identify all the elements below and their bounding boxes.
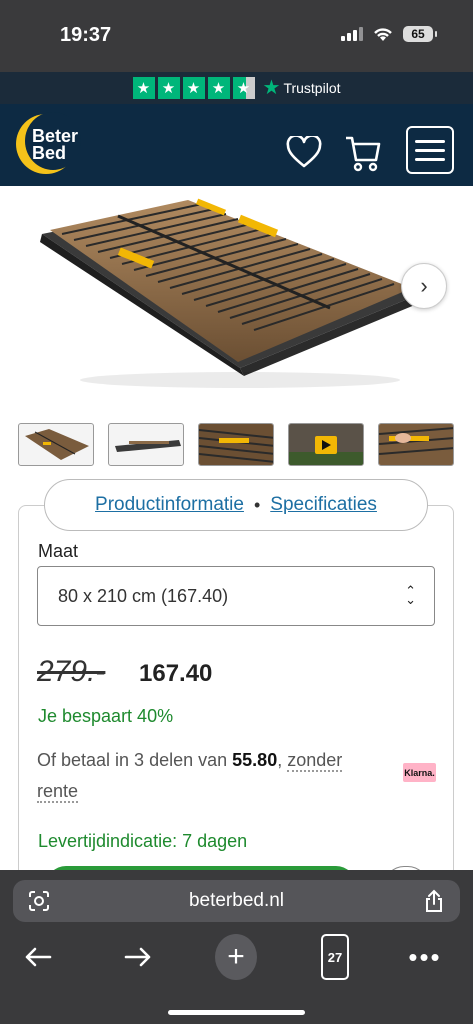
current-price: 167.40 — [139, 660, 213, 687]
browser-nav: + 27 ••• — [0, 934, 473, 980]
more-icon[interactable]: ••• — [408, 934, 442, 980]
address-bar[interactable]: beterbed.nl — [13, 880, 460, 922]
thumbnail-strip — [0, 423, 473, 467]
site-header: Beter Bed — [0, 104, 473, 186]
logo-line2: Bed — [32, 143, 67, 163]
beterbed-logo[interactable]: Beter Bed — [16, 112, 86, 178]
status-bar: 19:37 65 — [0, 0, 473, 72]
trustpilot-star-icon: ★ — [262, 77, 281, 99]
tab-productinformatie[interactable]: Productinformatie — [95, 494, 244, 516]
star-icon: ★ — [182, 77, 205, 99]
installment-prefix: Of betaal in 3 delen van — [37, 750, 228, 770]
klarna-logo: Klarna. — [403, 763, 436, 782]
new-tab-button[interactable]: + — [215, 934, 257, 980]
browser-toolbar: beterbed.nl + 27 ••• — [0, 870, 473, 1024]
tab-specificaties[interactable]: Specificaties — [270, 494, 377, 516]
size-label: Maat — [38, 541, 79, 561]
battery-icon: 65 — [403, 26, 437, 42]
thumbnail[interactable] — [108, 423, 184, 466]
star-icon: ★ — [157, 77, 180, 99]
status-time: 19:37 — [60, 24, 112, 46]
savings-text: Je bespaart 40% — [38, 706, 174, 726]
heart-icon[interactable] — [286, 136, 322, 168]
arrow-right-icon — [124, 947, 151, 967]
trustpilot-rating: ★ ★ ★ ★ ★ — [132, 77, 255, 99]
plus-icon: + — [227, 940, 245, 973]
installment-info: Of betaal in 3 delen van 55.80, zonder r… — [37, 745, 387, 807]
arrow-left-icon — [25, 947, 52, 967]
url-text: beterbed.nl — [188, 890, 285, 911]
cellular-signal-icon — [341, 27, 363, 41]
thumbnail[interactable] — [18, 423, 94, 466]
hamburger-icon — [415, 139, 445, 143]
product-tabs: Productinformatie • Specificaties — [44, 479, 428, 531]
chevron-updown-icon: ⌃ ⌄ — [405, 583, 416, 607]
product-card — [18, 505, 454, 885]
installment-comma: , — [277, 750, 283, 770]
tab-separator: • — [253, 494, 261, 515]
lens-icon[interactable] — [27, 890, 51, 912]
wifi-icon — [374, 27, 392, 41]
video-thumbnail[interactable] — [288, 423, 364, 466]
star-icon: ★ — [132, 77, 155, 99]
trustpilot-logo: ★ Trustpilot — [263, 78, 341, 98]
trustpilot-label: Trustpilot — [283, 80, 341, 96]
back-button[interactable] — [22, 934, 54, 980]
size-select[interactable]: 80 x 210 cm (167.40) ⌃ ⌄ — [37, 566, 435, 626]
product-image[interactable] — [0, 186, 473, 406]
chevron-right-icon: › — [420, 273, 428, 298]
installment-amount: 55.80 — [232, 750, 278, 770]
size-select-value: 80 x 210 cm (167.40) — [58, 585, 229, 606]
thumbnail[interactable] — [198, 423, 274, 466]
half-star-icon: ★ — [232, 77, 255, 99]
trustpilot-bar[interactable]: ★ ★ ★ ★ ★ ★ Trustpilot — [0, 72, 473, 104]
delivery-indication: Levertijdindicatie: 7 dagen — [38, 831, 248, 851]
thumbnail[interactable] — [378, 423, 454, 466]
forward-button[interactable] — [122, 934, 154, 980]
home-indicator — [168, 1010, 305, 1015]
share-icon[interactable] — [424, 889, 444, 913]
cart-icon[interactable] — [344, 134, 382, 174]
carousel-next-button[interactable]: › — [401, 263, 447, 309]
old-price: 279.- — [37, 655, 106, 688]
star-icon: ★ — [207, 77, 230, 99]
tabs-button[interactable]: 27 — [321, 934, 349, 980]
menu-button[interactable] — [406, 126, 454, 174]
